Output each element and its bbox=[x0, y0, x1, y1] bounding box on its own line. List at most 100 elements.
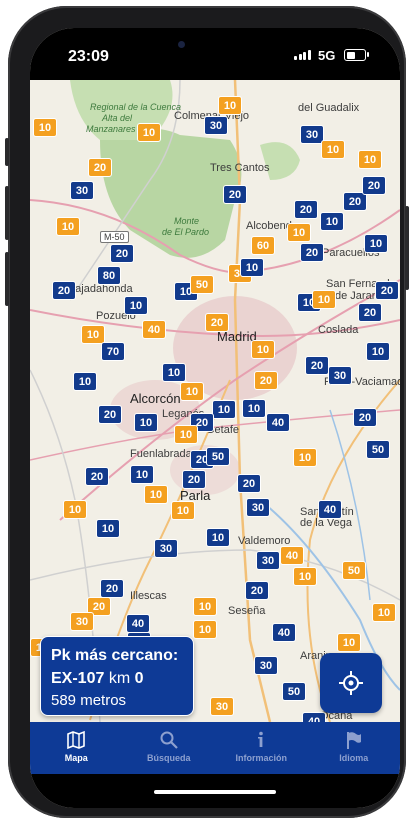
pk-marker-blue[interactable]: 20 bbox=[100, 579, 124, 598]
pk-marker-blue[interactable]: 20 bbox=[245, 581, 269, 600]
pk-marker-orange[interactable]: 10 bbox=[81, 325, 105, 344]
pk-marker-orange[interactable]: 10 bbox=[293, 567, 317, 586]
pk-marker-blue[interactable]: 20 bbox=[305, 356, 329, 375]
map-place-label: Alcorcón bbox=[130, 391, 181, 406]
pk-marker-orange[interactable]: 40 bbox=[280, 546, 304, 565]
home-indicator[interactable] bbox=[154, 790, 276, 794]
pk-marker-blue[interactable]: 20 bbox=[110, 244, 134, 263]
pk-marker-orange[interactable]: 10 bbox=[321, 140, 345, 159]
camera-icon bbox=[178, 41, 185, 48]
pk-marker-blue[interactable]: 80 bbox=[97, 266, 121, 285]
pk-marker-blue[interactable]: 20 bbox=[375, 281, 399, 300]
pk-marker-orange[interactable]: 40 bbox=[142, 320, 166, 339]
pk-marker-orange[interactable]: 10 bbox=[337, 633, 361, 652]
pk-marker-blue[interactable]: 10 bbox=[134, 413, 158, 432]
pk-marker-blue[interactable]: 40 bbox=[126, 614, 150, 633]
tab-informacion[interactable]: Información bbox=[215, 722, 308, 774]
pk-marker-blue[interactable]: 30 bbox=[256, 551, 280, 570]
pk-marker-blue[interactable]: 10 bbox=[366, 342, 390, 361]
pk-marker-blue[interactable]: 40 bbox=[266, 413, 290, 432]
pk-marker-orange[interactable]: 10 bbox=[287, 223, 311, 242]
pk-marker-orange[interactable]: 10 bbox=[63, 500, 87, 519]
pk-marker-orange[interactable]: 50 bbox=[190, 275, 214, 294]
pk-marker-blue[interactable]: 20 bbox=[98, 405, 122, 424]
pk-marker-orange[interactable]: 30 bbox=[210, 697, 234, 716]
pk-marker-blue[interactable]: 30 bbox=[328, 366, 352, 385]
road-code: EX-107 bbox=[51, 670, 105, 687]
info-icon bbox=[251, 730, 271, 750]
tab-mapa[interactable]: Mapa bbox=[30, 722, 123, 774]
tab-label: Búsqueda bbox=[146, 753, 191, 763]
pk-marker-blue[interactable]: 10 bbox=[364, 234, 388, 253]
pk-marker-blue[interactable]: 10 bbox=[124, 296, 148, 315]
pk-marker-blue[interactable]: 20 bbox=[52, 281, 76, 300]
pk-marker-blue[interactable]: 40 bbox=[272, 623, 296, 642]
pk-marker-blue[interactable]: 10 bbox=[73, 372, 97, 391]
pk-marker-orange[interactable]: 10 bbox=[56, 217, 80, 236]
pk-marker-blue[interactable]: 50 bbox=[282, 682, 306, 701]
signal-icon bbox=[294, 50, 311, 60]
map-place-label: Manzanares bbox=[86, 124, 136, 134]
pk-marker-blue[interactable]: 30 bbox=[204, 116, 228, 135]
pk-marker-blue[interactable]: 10 bbox=[130, 465, 154, 484]
map-place-label: Tres Cantos bbox=[210, 162, 270, 174]
volume-down-button bbox=[5, 252, 9, 306]
pk-marker-blue[interactable]: 50 bbox=[206, 447, 230, 466]
pk-marker-orange[interactable]: 10 bbox=[33, 118, 57, 137]
pk-marker-orange[interactable]: 30 bbox=[70, 612, 94, 631]
pk-marker-orange[interactable]: 10 bbox=[180, 382, 204, 401]
pk-marker-orange[interactable]: 10 bbox=[137, 123, 161, 142]
pk-marker-blue[interactable]: 20 bbox=[294, 200, 318, 219]
pk-marker-blue[interactable]: 20 bbox=[362, 176, 386, 195]
mute-switch bbox=[5, 138, 9, 166]
pk-marker-blue[interactable]: 20 bbox=[358, 303, 382, 322]
pk-marker-orange[interactable]: 10 bbox=[251, 340, 275, 359]
map-view[interactable]: Regional de la Cuenca Alta del Manzanares C… bbox=[30, 80, 400, 722]
pk-marker-orange[interactable]: 10 bbox=[312, 290, 336, 309]
pk-marker-orange[interactable]: 10 bbox=[293, 448, 317, 467]
pk-marker-orange[interactable]: 10 bbox=[372, 603, 396, 622]
locate-me-button[interactable] bbox=[320, 653, 382, 713]
pk-marker-blue[interactable]: 30 bbox=[246, 498, 270, 517]
pk-marker-blue[interactable]: 30 bbox=[254, 656, 278, 675]
pk-marker-blue[interactable]: 10 bbox=[96, 519, 120, 538]
tab-busqueda[interactable]: Búsqueda bbox=[123, 722, 216, 774]
pk-marker-blue[interactable]: 20 bbox=[353, 408, 377, 427]
pk-marker-orange[interactable]: 10 bbox=[193, 620, 217, 639]
pk-marker-blue[interactable]: 40 bbox=[302, 712, 326, 722]
pk-marker-blue[interactable]: 20 bbox=[223, 185, 247, 204]
pk-marker-orange[interactable]: 10 bbox=[358, 150, 382, 169]
pk-marker-blue[interactable]: 30 bbox=[70, 181, 94, 200]
map-place-label: Illescas bbox=[130, 590, 167, 602]
pk-marker-blue[interactable]: 50 bbox=[366, 440, 390, 459]
map-place-label: Coslada bbox=[318, 324, 359, 336]
pk-marker-orange[interactable]: 20 bbox=[205, 313, 229, 332]
pk-marker-blue[interactable]: 10 bbox=[242, 399, 266, 418]
pk-marker-blue[interactable]: 70 bbox=[101, 342, 125, 361]
pk-marker-blue[interactable]: 10 bbox=[212, 400, 236, 419]
pk-marker-blue[interactable]: 10 bbox=[162, 363, 186, 382]
map-place-label: Regional de la Cuenca bbox=[90, 102, 182, 112]
pk-marker-blue[interactable]: 10 bbox=[206, 528, 230, 547]
pk-marker-orange[interactable]: 50 bbox=[342, 561, 366, 580]
pk-marker-orange[interactable]: 10 bbox=[218, 96, 242, 115]
pk-marker-orange[interactable]: 10 bbox=[144, 485, 168, 504]
dynamic-island bbox=[156, 38, 274, 70]
pk-marker-orange[interactable]: 60 bbox=[251, 236, 275, 255]
pk-marker-orange[interactable]: 20 bbox=[88, 158, 112, 177]
pk-marker-blue[interactable]: 10 bbox=[320, 212, 344, 231]
pk-marker-blue[interactable]: 20 bbox=[182, 470, 206, 489]
pk-marker-blue[interactable]: 20 bbox=[237, 474, 261, 493]
pk-marker-blue[interactable]: 10 bbox=[240, 258, 264, 277]
pk-marker-blue[interactable]: 30 bbox=[154, 539, 178, 558]
pk-marker-orange[interactable]: 10 bbox=[193, 597, 217, 616]
pk-marker-orange[interactable]: 20 bbox=[254, 371, 278, 390]
pk-marker-blue[interactable]: 20 bbox=[85, 467, 109, 486]
pk-marker-orange[interactable]: 10 bbox=[174, 425, 198, 444]
nearest-pk-card[interactable]: Pk más cercano: EX-107 km 0 589 metros bbox=[40, 636, 194, 716]
tab-idioma[interactable]: Idioma bbox=[308, 722, 401, 774]
pk-marker-blue[interactable]: 20 bbox=[300, 243, 324, 262]
pk-marker-orange[interactable]: 10 bbox=[171, 501, 195, 520]
pk-marker-blue[interactable]: 40 bbox=[318, 500, 342, 519]
map-place-label: Fuenlabrada bbox=[130, 448, 192, 460]
